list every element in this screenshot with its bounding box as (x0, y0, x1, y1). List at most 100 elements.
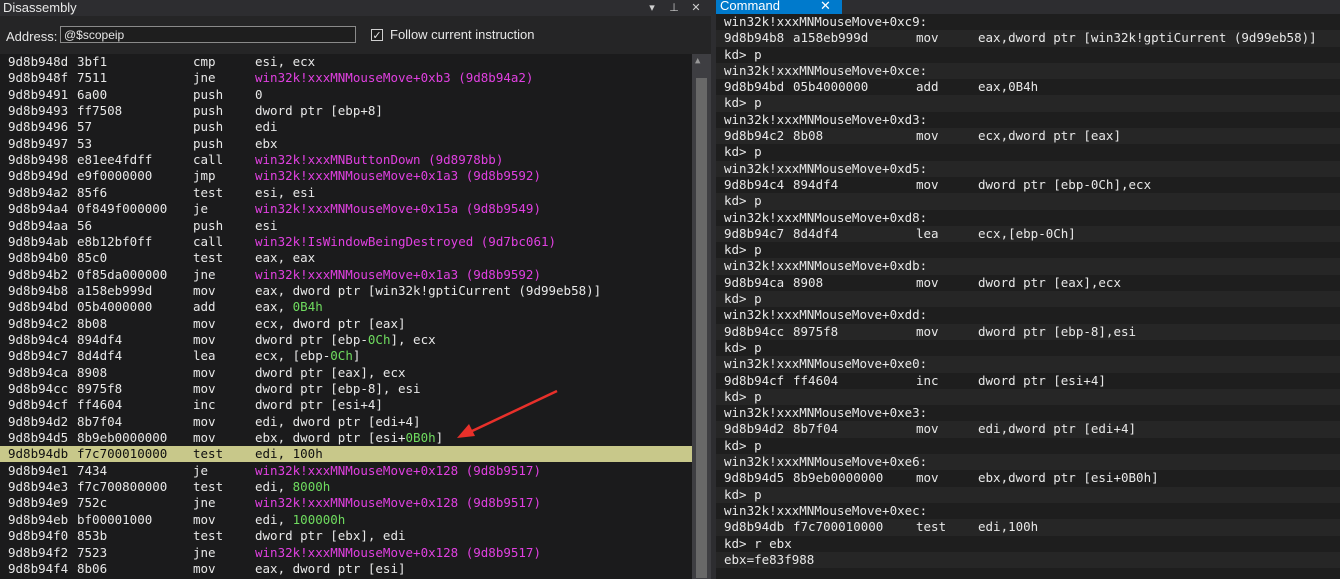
disasm-row[interactable]: 9d8b9493 ff7508 push dword ptr [ebp+8] (0, 103, 692, 119)
disasm-row[interactable]: 9d8b94d5 8b9eb0000000 mov ebx, dword ptr [e… (0, 430, 692, 446)
command-line: kd> p (724, 437, 762, 453)
disassembly-listing[interactable]: 9d8b948d 3bf1 cmp esi, ecx 9d8b948f 7511 jne wi… (0, 54, 692, 579)
disasm-bytes: ff7508 (77, 103, 123, 119)
operand-text-tail: ] (352, 348, 361, 364)
disasm-row[interactable]: 9d8b94c4 894df4 mov dword ptr [ebp-0Ch], ec… (0, 332, 692, 348)
current-instruction-row[interactable]: 9d8b94db f7c700010000 test edi, 100h (0, 446, 692, 463)
operand-text: edi, (255, 479, 293, 495)
disasm-row[interactable]: 9d8b94f4 8b06 mov eax, dword ptr [esi] (0, 561, 692, 577)
disasm-address: 9d8b94b2 (8, 266, 69, 282)
command-bytes: 894df4 (793, 176, 839, 192)
disasm-row[interactable]: 9d8b94c2 8b08 mov ecx, dword ptr [eax] (0, 316, 692, 332)
pin-icon[interactable]: ⊥ (666, 0, 682, 16)
command-mnemonic: inc (916, 372, 939, 388)
operand-text-tail: ] (435, 430, 444, 446)
disasm-row[interactable]: 9d8b94f0 853b test dword ptr [ebx], edi (0, 528, 692, 544)
disasm-operand: eax, dword ptr [win32k!gptiCurrent (9d99… (255, 283, 601, 299)
disasm-mnemonic: call (193, 152, 224, 168)
disasm-row[interactable]: 9d8b949d e9f0000000 jmp win32k!xxxMNMouseMo… (0, 168, 692, 184)
scroll-up-icon[interactable]: ▲ (695, 56, 700, 66)
disasm-address: 9d8b94d5 (8, 430, 69, 446)
disasm-mnemonic: push (193, 135, 224, 151)
disasm-row[interactable]: 9d8b9491 6a00 push 0 (0, 87, 692, 103)
disassembly-title: Disassembly (3, 0, 77, 15)
disasm-row[interactable]: 9d8b94bd 05b4000000 add eax, 0B4h (0, 299, 692, 315)
disasm-row[interactable]: 9d8b94cf ff4604 inc dword ptr [esi+4] (0, 397, 692, 413)
disasm-mnemonic: mov (193, 430, 216, 446)
address-input[interactable] (60, 26, 356, 43)
close-icon[interactable]: ✕ (688, 0, 704, 16)
disasm-bytes: e81ee4fdff (77, 152, 153, 168)
command-operand: dword ptr [ebp-0Ch],ecx (978, 176, 1152, 192)
operand-immediate: 0B4h (292, 299, 323, 315)
scrollbar-thumb[interactable] (696, 78, 707, 578)
command-disasm-line: 9d8b94b8 a158eb999d mov eax,dword ptr [win3… (716, 30, 1340, 47)
disasm-address: 9d8b94a4 (8, 201, 69, 217)
command-address: 9d8b94c2 (724, 128, 785, 144)
disasm-row[interactable]: 9d8b94ab e8b12bf0ff call win32k!IsWindowBei… (0, 234, 692, 250)
follow-instruction-label[interactable]: Follow current instruction (390, 27, 535, 42)
disasm-bytes: bf00001000 (77, 511, 153, 527)
disasm-row[interactable]: 9d8b94e1 7434 je win32k!xxxMNMouseMove+0x12… (0, 463, 692, 479)
disasm-bytes: 57 (77, 119, 93, 135)
operand-text: eax, dword ptr [win32k!gptiCurrent (9d99… (255, 282, 602, 298)
command-line: ebx=fe83f988 (716, 551, 1340, 569)
disasm-row[interactable]: 9d8b94d2 8b7f04 mov edi, dword ptr [edi+4] (0, 414, 692, 430)
disasm-bytes: 05b4000000 (77, 299, 153, 315)
disasm-mnemonic: jmp (193, 168, 216, 184)
tab-command[interactable]: Command ✕ (716, 0, 842, 14)
disasm-mnemonic: push (193, 119, 224, 135)
disasm-row[interactable]: 9d8b94a4 0f849f000000 je win32k!xxxMNMouseM… (0, 201, 692, 217)
command-mnemonic: mov (916, 421, 939, 437)
command-operand: dword ptr [eax],ecx (978, 274, 1121, 290)
vertical-scrollbar[interactable]: ▲ (692, 54, 711, 579)
disasm-row[interactable]: 9d8b94a2 85f6 test esi, esi (0, 185, 692, 201)
command-output[interactable]: win32k!xxxMNMouseMove+0xc9: 9d8b94b8 a158e… (716, 14, 1340, 569)
disasm-row[interactable]: 9d8b94c7 8d4df4 lea ecx, [ebp-0Ch] (0, 348, 692, 364)
disassembly-pane: Disassembly ▾ ⊥ ✕ Address: ✓ Follow curr… (0, 0, 711, 579)
disasm-bytes: 0f849f000000 (77, 201, 168, 217)
disasm-operand: ecx, [ebp-0Ch] (255, 348, 360, 364)
tab-command-label: Command (720, 0, 780, 13)
operand-text-tail: ], ecx (390, 331, 436, 347)
disasm-row[interactable]: 9d8b94e3 f7c700800000 test edi, 8000h (0, 479, 692, 495)
disasm-mnemonic: cmp (193, 54, 216, 69)
disasm-address: 9d8b948f (8, 70, 69, 86)
command-line: win32k!xxxMNMouseMove+0xdd: (724, 307, 928, 323)
disasm-bytes: 6a00 (77, 86, 108, 102)
disasm-row[interactable]: 9d8b94ca 8908 mov dword ptr [eax], ecx (0, 365, 692, 381)
disasm-row[interactable]: 9d8b94b8 a158eb999d mov eax, dword ptr [win… (0, 283, 692, 299)
disasm-row[interactable]: 9d8b9496 57 push edi (0, 119, 692, 135)
command-line: kd> p (716, 486, 1340, 503)
disasm-row[interactable]: 9d8b94e9 752c jne win32k!xxxMNMouseMove+0x1… (0, 495, 692, 511)
disasm-symbol-operand: win32k!xxxMNMouseMove+0x15a (9d8b9549) (255, 201, 541, 217)
disasm-row[interactable]: 9d8b94eb bf00001000 mov edi, 100000h (0, 512, 692, 528)
disasm-mnemonic: push (193, 217, 224, 233)
disasm-row[interactable]: 9d8b94b0 85c0 test eax, eax (0, 250, 692, 266)
operand-text: ecx, [ebp- (255, 348, 331, 364)
disasm-bytes: 7511 (77, 70, 108, 86)
disasm-row[interactable]: 9d8b94b2 0f85da000000 jne win32k!xxxMNMouse… (0, 267, 692, 283)
operand-text: eax, (255, 299, 293, 315)
disasm-row[interactable]: 9d8b94f2 7523 jne win32k!xxxMNMouseMove+0x1… (0, 545, 692, 561)
disasm-row[interactable]: 9d8b9497 53 push ebx (0, 136, 692, 152)
command-operand: dword ptr [ebp-8],esi (978, 323, 1137, 339)
dropdown-icon[interactable]: ▾ (644, 0, 660, 16)
disasm-row[interactable]: 9d8b948f 7511 jne win32k!xxxMNMouseMove+0xb… (0, 70, 692, 86)
disasm-operand: dword ptr [ebp+8] (255, 103, 383, 119)
command-mnemonic: mov (916, 30, 939, 46)
follow-instruction-checkbox[interactable]: ✓ (371, 29, 383, 42)
operand-text: edi (255, 119, 278, 135)
disasm-row[interactable]: 9d8b9498 e81ee4fdff call win32k!xxxMNButton… (0, 152, 692, 168)
operand-text: ebx (255, 135, 278, 151)
disasm-row[interactable]: 9d8b94cc 8975f8 mov dword ptr [ebp-8], esi (0, 381, 692, 397)
disasm-row[interactable]: 9d8b94aa 56 push esi (0, 218, 692, 234)
command-pane: Command ✕ win32k!xxxMNMouseMove+0xc9: 9d8… (716, 0, 1340, 579)
command-operand: ebx,dword ptr [esi+0B0h] (978, 470, 1159, 486)
close-icon[interactable]: ✕ (820, 0, 831, 12)
disasm-row[interactable]: 9d8b948d 3bf1 cmp esi, ecx (0, 54, 692, 70)
disasm-address: 9d8b94c4 (8, 331, 69, 347)
disasm-operand: edi (255, 119, 278, 135)
command-address: 9d8b94db (724, 519, 785, 535)
disasm-mnemonic: call (193, 233, 224, 249)
